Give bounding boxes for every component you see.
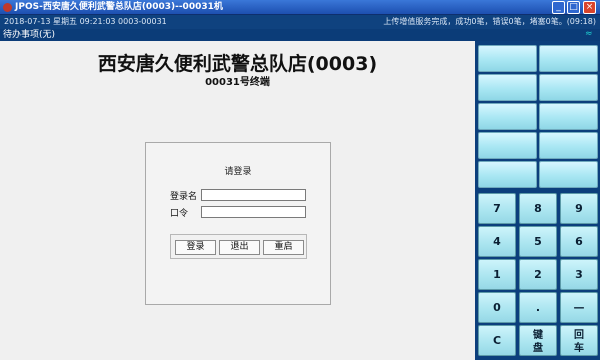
terminal-label: 00031号终端	[205, 77, 270, 88]
login-button[interactable]: 登录	[175, 240, 216, 255]
key-3[interactable]: 3	[560, 259, 598, 290]
function-tile[interactable]	[539, 74, 598, 101]
username-input[interactable]	[201, 189, 306, 201]
key-5[interactable]: 5	[519, 226, 557, 257]
title-bar: JPOS-西安唐久便利武警总队店(0003)--00031机 _ □ ×	[0, 0, 600, 15]
key-2[interactable]: 2	[519, 259, 557, 290]
key-9[interactable]: 9	[560, 193, 598, 224]
login-panel: 请登录 登录名 口令 登录 退出 重启	[145, 142, 331, 305]
key-decimal[interactable]: .	[519, 292, 557, 323]
pending-tasks-bar: 待办事项(无) ≈	[0, 29, 600, 41]
key-clear[interactable]: C	[478, 325, 516, 356]
status-bar: 2018-07-13 星期五 09:21:03 0003-00031 上传增值服…	[0, 15, 600, 29]
password-input[interactable]	[201, 206, 306, 218]
key-7[interactable]: 7	[478, 193, 516, 224]
function-tile[interactable]	[478, 74, 537, 101]
datetime-terminal-info: 2018-07-13 星期五 09:21:03 0003-00031	[4, 17, 167, 26]
key-6[interactable]: 6	[560, 226, 598, 257]
pending-tasks-label[interactable]: 待办事项(无)	[3, 29, 55, 41]
minimize-button[interactable]: _	[552, 1, 565, 14]
key-1[interactable]: 1	[478, 259, 516, 290]
function-tile[interactable]	[539, 103, 598, 130]
app-icon	[3, 3, 12, 12]
function-tile[interactable]	[478, 132, 537, 159]
password-label: 口令	[170, 209, 189, 219]
key-8[interactable]: 8	[519, 193, 557, 224]
key-keyboard[interactable]: 键盘	[519, 325, 557, 356]
upload-status: 上传增值服务完成，成功0笔，错误0笔，堵塞0笔。(09:18)	[383, 17, 596, 26]
key-minus[interactable]: —	[560, 292, 598, 323]
function-tile[interactable]	[478, 103, 537, 130]
function-tile[interactable]	[478, 45, 537, 72]
main-area: 西安唐久便利武警总队店(0003) 00031号终端 请登录 登录名 口令 登录…	[0, 41, 475, 360]
exit-button[interactable]: 退出	[219, 240, 260, 255]
username-label: 登录名	[170, 192, 198, 202]
restart-button[interactable]: 重启	[263, 240, 304, 255]
function-tile[interactable]	[539, 132, 598, 159]
wifi-icon: ≈	[585, 29, 593, 39]
close-button[interactable]: ×	[583, 1, 596, 14]
window-title: JPOS-西安唐久便利武警总队店(0003)--00031机	[15, 2, 223, 12]
login-button-group: 登录 退出 重启	[170, 234, 307, 259]
key-enter[interactable]: 回车	[560, 325, 598, 356]
maximize-button[interactable]: □	[567, 1, 580, 14]
key-4[interactable]: 4	[478, 226, 516, 257]
key-0[interactable]: 0	[478, 292, 516, 323]
function-tile[interactable]	[539, 161, 598, 188]
login-heading: 请登录	[224, 167, 252, 177]
function-tile[interactable]	[539, 45, 598, 72]
keypad-panel: 7 8 9 4 5 6 1 2 3 0. — C 键盘回车	[475, 41, 600, 360]
function-tile[interactable]	[478, 161, 537, 188]
store-name: 西安唐久便利武警总队店(0003)	[97, 53, 378, 75]
